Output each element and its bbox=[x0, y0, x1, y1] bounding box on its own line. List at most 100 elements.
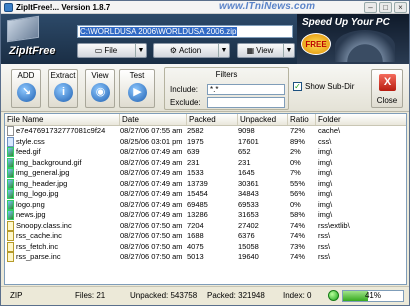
status-led-icon bbox=[328, 290, 339, 301]
file-unpacked: 69533 bbox=[238, 199, 259, 209]
file-name: style.css bbox=[16, 136, 45, 146]
extract-icon: i bbox=[54, 83, 73, 102]
header-band: ZipItFree C:\WORLDUSA 2006\WORLDUSA 2006… bbox=[1, 14, 409, 64]
show-subdir-checkbox[interactable]: ✓ bbox=[293, 82, 302, 91]
file-date: 08/27/06 07:55 am bbox=[120, 126, 183, 135]
css-file-icon bbox=[7, 136, 14, 147]
column-header-ratio[interactable]: Ratio bbox=[288, 114, 316, 125]
list-item[interactable]: logo.png 08/27/06 07:49 am 69485 69533 0% img… bbox=[5, 199, 406, 211]
column-header-folder[interactable]: Folder bbox=[316, 114, 406, 125]
file-unpacked: 1645 bbox=[238, 168, 255, 177]
include-input[interactable]: *.* bbox=[207, 84, 285, 95]
column-header-unpacked[interactable]: Unpacked bbox=[238, 114, 288, 125]
file-ratio: 7% bbox=[290, 168, 301, 177]
column-header-packed[interactable]: Packed bbox=[187, 114, 238, 125]
file-folder: css\ bbox=[318, 136, 332, 146]
file-folder: img\ bbox=[318, 157, 333, 167]
image-file-icon bbox=[7, 210, 14, 220]
file-folder: img\ bbox=[318, 210, 333, 219]
test-button[interactable]: Test ▶ bbox=[119, 69, 155, 108]
file-menu-button[interactable]: ▭ File ▼ bbox=[77, 43, 147, 58]
archive-path-value: C:\WORLDUSA 2006\WORLDUSA 2006.zip bbox=[80, 27, 237, 36]
list-item[interactable]: img_background.gif 08/27/06 07:49 am 231 23… bbox=[5, 157, 406, 169]
show-subdir-label[interactable]: Show Sub-Dir bbox=[305, 82, 354, 91]
file-unpacked: 6376 bbox=[238, 231, 255, 240]
archive-type: ZIP bbox=[10, 291, 23, 300]
app-window: ZipItFree!... Version 1.8.7 www.ITniNews… bbox=[0, 0, 410, 306]
image-file-icon bbox=[7, 178, 14, 189]
file-packed: 1533 bbox=[187, 168, 204, 177]
eye-icon: ◉ bbox=[91, 83, 110, 102]
test-label: Test bbox=[129, 71, 145, 80]
script-file-icon bbox=[7, 241, 14, 252]
file-packed: 639 bbox=[187, 147, 200, 156]
close-label: Close bbox=[376, 96, 398, 105]
column-header-date[interactable]: Date bbox=[120, 114, 187, 125]
maximize-button[interactable]: □ bbox=[379, 2, 392, 13]
view-icon: ▦ bbox=[246, 46, 255, 55]
file-folder: img\ bbox=[318, 178, 333, 188]
view-button[interactable]: View ◉ bbox=[85, 69, 115, 108]
file-unpacked: 19640 bbox=[238, 252, 259, 261]
script-file-icon bbox=[7, 252, 14, 262]
file-date: 08/27/06 07:50 am bbox=[120, 241, 183, 251]
list-item[interactable]: style.css 08/25/06 03:01 pm 1975 17601 89% cs… bbox=[5, 136, 406, 148]
title-bar[interactable]: ZipItFree!... Version 1.8.7 www.ITniNews… bbox=[1, 1, 409, 14]
file-packed: 1975 bbox=[187, 136, 204, 146]
file-ratio: 74% bbox=[290, 231, 306, 240]
archive-path-input[interactable]: C:\WORLDUSA 2006\WORLDUSA 2006.zip bbox=[77, 25, 293, 38]
file-folder: cache\ bbox=[318, 126, 341, 135]
script-file-icon bbox=[7, 231, 14, 241]
image-file-icon bbox=[7, 199, 14, 210]
file-date: 08/27/06 07:49 am bbox=[120, 178, 183, 188]
file-date: 08/27/06 07:49 am bbox=[120, 210, 183, 219]
file-ratio: 56% bbox=[290, 189, 306, 198]
extract-button[interactable]: Extract i bbox=[48, 69, 78, 108]
filters-group: Filters Include: *.* Exclude: bbox=[164, 67, 289, 110]
files-count: Files: 21 bbox=[75, 291, 106, 300]
list-item[interactable]: img_general.jpg 08/27/06 07:49 am 1533 1645… bbox=[5, 168, 406, 179]
list-item[interactable]: rss_parse.inc 08/27/06 07:50 am 5013 19640 7… bbox=[5, 252, 406, 263]
file-name: news.jpg bbox=[16, 210, 46, 219]
file-packed: 69485 bbox=[187, 199, 208, 209]
add-label: ADD bbox=[17, 71, 35, 80]
list-item[interactable]: Snoopy.class.inc 08/27/06 07:50 am 7204 274… bbox=[5, 220, 406, 232]
file-ratio: 0% bbox=[290, 199, 301, 209]
minimize-button[interactable]: – bbox=[364, 2, 377, 13]
file-name: rss_fetch.inc bbox=[16, 241, 59, 251]
list-item[interactable]: img_logo.jpg 08/27/06 07:49 am 15454 34843 5… bbox=[5, 189, 406, 200]
file-date: 08/27/06 07:50 am bbox=[120, 252, 183, 261]
file-name: img_logo.jpg bbox=[16, 189, 59, 198]
view-menu-label: View bbox=[256, 46, 274, 55]
include-label: Include: bbox=[170, 85, 199, 94]
close-window-button[interactable]: × bbox=[394, 2, 407, 13]
file-unpacked: 231 bbox=[238, 157, 251, 167]
file-list[interactable]: File Name Date Packed Unpacked Ratio Fol… bbox=[4, 113, 407, 285]
list-item[interactable]: e7e47691732777081c9f24 08/27/06 07:55 am 2… bbox=[5, 126, 406, 137]
file-date: 08/27/06 07:49 am bbox=[120, 147, 183, 156]
list-item[interactable]: news.jpg 08/27/06 07:49 am 13286 31653 58% im… bbox=[5, 210, 406, 221]
list-item[interactable]: img_header.jpg 08/27/06 07:49 am 13739 3036… bbox=[5, 178, 406, 190]
list-item[interactable]: feed.gif 08/27/06 07:49 am 639 652 2% img\ bbox=[5, 147, 406, 158]
brand-watermark: www.ITniNews.com bbox=[219, 1, 316, 12]
exclude-input[interactable] bbox=[207, 97, 285, 108]
list-item[interactable]: rss_cache.inc 08/27/06 07:50 am 1688 6376 74… bbox=[5, 231, 406, 242]
file-unpacked: 17601 bbox=[238, 136, 259, 146]
image-file-icon bbox=[7, 189, 14, 199]
view-menu-button[interactable]: ▦ View ▼ bbox=[237, 43, 295, 58]
list-item[interactable]: rss_fetch.inc 08/27/06 07:50 am 4075 15058 7… bbox=[5, 241, 406, 253]
action-menu-button[interactable]: ⚙ Action ▼ bbox=[153, 43, 230, 58]
file-ratio: 55% bbox=[290, 178, 306, 188]
file-unpacked: 31653 bbox=[238, 210, 259, 219]
image-file-icon bbox=[7, 147, 14, 157]
logo-cube-icon bbox=[7, 15, 39, 43]
close-button[interactable]: X Close bbox=[371, 69, 403, 108]
promo-banner[interactable]: Speed Up Your PC FREE bbox=[297, 14, 409, 64]
add-button[interactable]: ADD ↘ bbox=[11, 69, 41, 108]
filters-title: Filters bbox=[215, 70, 238, 79]
column-header-filename[interactable]: File Name bbox=[5, 114, 120, 125]
folder-icon: ▭ bbox=[94, 46, 103, 55]
window-title: ZipItFree!... Version 1.8.7 bbox=[16, 3, 111, 12]
toolbar: ADD ↘ Extract i View ◉ Test ▶ Filters In… bbox=[1, 64, 409, 112]
file-unpacked: 9098 bbox=[238, 126, 255, 135]
